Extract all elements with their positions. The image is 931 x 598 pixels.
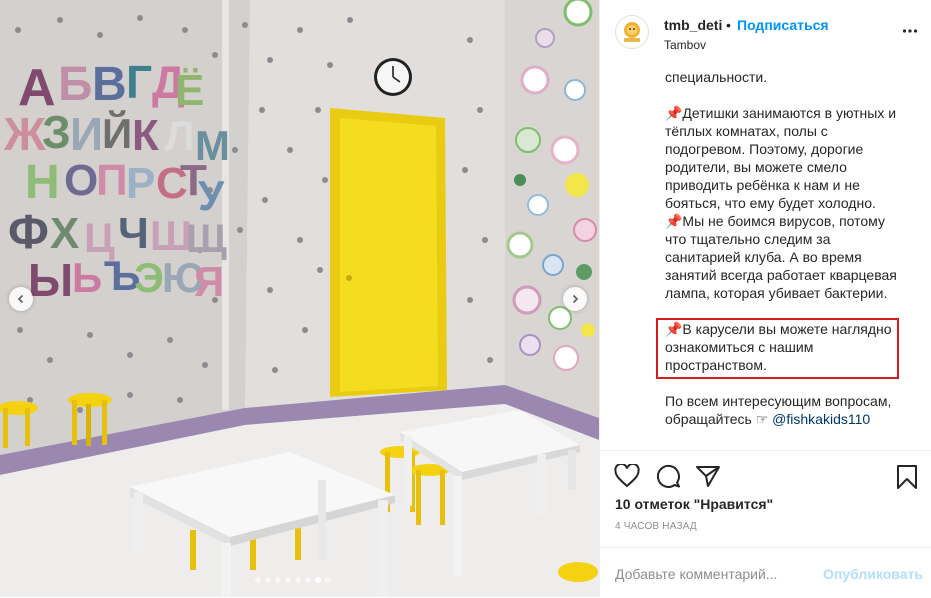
carousel-dot	[325, 577, 331, 583]
post-timestamp: 4 ЧАСОВ НАЗАД	[615, 521, 697, 532]
comment-bar: Добавьте комментарий... Опубликовать	[600, 547, 931, 598]
bookmark-icon[interactable]	[896, 464, 918, 490]
svg-text:Ё: Ё	[175, 66, 204, 115]
svg-text:Ф: Ф	[8, 206, 49, 259]
instagram-post: А Б В Г Д Ё Ж З И Й К Л М Н О П Р С Т У	[0, 0, 931, 597]
svg-text:Р: Р	[126, 159, 155, 208]
alphabet-collage: А Б В Г Д Ё Ж З И Й К Л М Н О П Р С Т У	[3, 56, 230, 306]
carousel-dot	[275, 577, 281, 583]
svg-text:О: О	[64, 156, 98, 205]
yellow-door	[330, 108, 447, 397]
carousel-dot	[285, 577, 291, 583]
heart-icon[interactable]	[614, 464, 640, 488]
post-media[interactable]: А Б В Г Д Ё Ж З И Й К Л М Н О П Р С Т У	[0, 0, 599, 597]
svg-text:И: И	[70, 108, 103, 160]
carousel-next-button[interactable]	[563, 287, 587, 311]
svg-text:Я: Я	[194, 258, 224, 305]
avatar-logo-icon	[617, 17, 647, 47]
carousel-indicator	[255, 577, 331, 583]
svg-text:К: К	[132, 111, 159, 160]
post-caption: специальности. 📌Детишки занимаются в уют…	[665, 62, 915, 452]
carousel-dot	[305, 577, 311, 583]
post-header: tmb_deti • Подписаться Tambov	[600, 0, 931, 62]
header-separator: •	[726, 17, 731, 33]
post-sidebar: tmb_deti • Подписаться Tambov специально…	[599, 0, 931, 597]
comment-input[interactable]: Добавьте комментарий...	[615, 566, 777, 582]
svg-text:В: В	[92, 58, 127, 111]
publish-button[interactable]: Опубликовать	[823, 566, 923, 582]
svg-text:Й: Й	[102, 109, 132, 157]
caption-paragraph: 📌Детишки занимаются в уютных и тёплых ко…	[665, 105, 897, 301]
svg-text:Б: Б	[58, 58, 93, 111]
caption-line: специальности.	[665, 69, 768, 85]
comment-icon[interactable]	[655, 464, 681, 488]
caption-paragraph-contact: По всем интересующим вопросам, обращайте…	[665, 392, 915, 428]
svg-text:Ь: Ь	[72, 254, 102, 301]
location-link[interactable]: Tambov	[664, 38, 706, 52]
svg-text:Ж: Ж	[3, 108, 46, 160]
svg-text:Х: Х	[50, 209, 79, 258]
svg-text:У: У	[198, 172, 225, 219]
svg-text:Ч: Ч	[118, 209, 149, 258]
more-icon[interactable]	[902, 28, 918, 34]
carousel-dot	[315, 577, 321, 583]
highlight-box	[656, 318, 899, 379]
svg-text:Ы: Ы	[28, 254, 73, 306]
chevron-left-icon	[17, 294, 24, 304]
svg-text:З: З	[42, 106, 71, 158]
svg-text:П: П	[96, 156, 128, 205]
carousel-prev-button[interactable]	[9, 287, 33, 311]
follow-button[interactable]: Подписаться	[737, 17, 829, 33]
chevron-right-icon	[572, 294, 579, 304]
svg-text:Г: Г	[126, 56, 152, 108]
carousel-dot	[265, 577, 271, 583]
username-link[interactable]: tmb_deti	[664, 17, 722, 33]
classroom-photo: А Б В Г Д Ё Ж З И Й К Л М Н О П Р С Т У	[0, 0, 599, 597]
wall-clock	[374, 58, 412, 96]
like-count[interactable]: 10 отметок "Нравится"	[615, 496, 773, 512]
post-actions: 10 отметок "Нравится" 4 ЧАСОВ НАЗАД	[600, 450, 931, 561]
carousel-dot	[295, 577, 301, 583]
carousel-dot	[255, 577, 261, 583]
share-icon[interactable]	[695, 464, 721, 488]
svg-text:Л: Л	[165, 112, 194, 159]
svg-text:Э: Э	[134, 254, 164, 301]
avatar[interactable]	[615, 15, 649, 49]
svg-text:Н: Н	[25, 156, 60, 209]
mention-link[interactable]: @fishkakids110	[772, 411, 870, 427]
